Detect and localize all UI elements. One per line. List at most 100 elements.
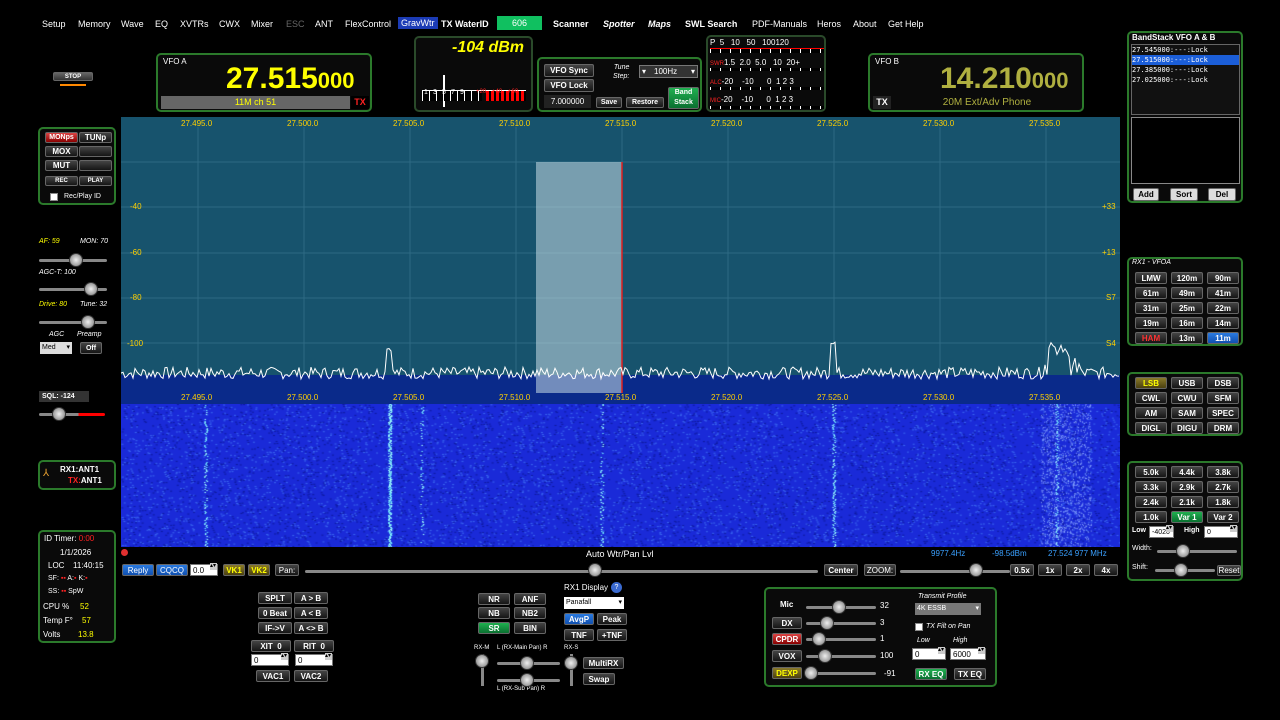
band-button-90m[interactable]: 90m xyxy=(1207,272,1239,284)
cqcq-button[interactable]: CQCQ xyxy=(156,564,188,576)
menu-mixer[interactable]: Mixer xyxy=(251,19,273,29)
save-button[interactable]: Save xyxy=(596,97,622,108)
avgp-button[interactable]: AvgP xyxy=(564,613,594,625)
vfo-a-tx-indicator[interactable]: TX xyxy=(351,96,369,109)
mode-button-dsb[interactable]: DSB xyxy=(1207,377,1239,389)
dx-slider[interactable] xyxy=(806,622,876,625)
menu-eq[interactable]: EQ xyxy=(155,19,168,29)
cq-spinner[interactable]: 0.0 xyxy=(190,563,218,576)
multirx-button[interactable]: MultiRX xyxy=(583,657,624,669)
b-to-a-button[interactable]: A < B xyxy=(294,607,328,619)
rec-button[interactable]: REC xyxy=(45,176,78,186)
menu-get-help[interactable]: Get Help xyxy=(888,19,924,29)
band-button-41m[interactable]: 41m xyxy=(1207,287,1239,299)
rx-s-volume-knob[interactable] xyxy=(564,656,578,670)
swap-button[interactable]: Swap xyxy=(583,673,615,685)
rec-play-id-checkbox[interactable] xyxy=(50,193,58,201)
waterfall-display[interactable] xyxy=(121,404,1120,547)
vac2-button[interactable]: VAC2 xyxy=(294,670,328,682)
bandstack-list[interactable]: 27.545000:---:Lock 27.515000:---:Lock 27… xyxy=(1131,44,1240,115)
filter-button-29k[interactable]: 2.9k xyxy=(1171,481,1203,493)
band-button-22m[interactable]: 22m xyxy=(1207,302,1239,314)
cpdr-slider-knob[interactable] xyxy=(812,632,826,646)
filter-shift-knob[interactable] xyxy=(1174,563,1188,577)
help-icon[interactable]: ? xyxy=(611,582,622,593)
mic-slider-knob[interactable] xyxy=(832,600,846,614)
tnf-button[interactable]: TNF xyxy=(564,629,594,641)
blank-button-2[interactable] xyxy=(79,160,112,171)
af-slider-knob[interactable] xyxy=(69,253,83,267)
vac1-button[interactable]: VAC1 xyxy=(256,670,290,682)
display-mode-select[interactable]: Panafall ▾ xyxy=(564,597,624,609)
band-button-120m[interactable]: 120m xyxy=(1171,272,1203,284)
bandstack-sort-button[interactable]: Sort xyxy=(1170,188,1198,201)
band-button-lmw[interactable]: LMW xyxy=(1135,272,1167,284)
filter-passband[interactable] xyxy=(536,162,622,393)
auto-wtr-pan-lvl[interactable]: Auto Wtr/Pan Lvl xyxy=(586,549,654,559)
bandstack-del-button[interactable]: Del xyxy=(1208,188,1236,201)
filter-button-27k[interactable]: 2.7k xyxy=(1207,481,1239,493)
vfo-frequency-entry[interactable]: 7.000000 xyxy=(544,95,591,108)
band-button-49m[interactable]: 49m xyxy=(1171,287,1203,299)
rx-m-volume-knob[interactable] xyxy=(475,654,489,668)
transmit-profile-select[interactable]: 4K ESSB ▾ xyxy=(915,603,981,615)
bandstack-entry-selected[interactable]: 27.515000:---:Lock xyxy=(1132,55,1239,65)
band-button-19m[interactable]: 19m xyxy=(1135,317,1167,329)
filter-button-44k[interactable]: 4.4k xyxy=(1171,466,1203,478)
bandstack-notes[interactable] xyxy=(1131,117,1240,184)
band-stack-button[interactable]: Band Stack xyxy=(668,87,699,109)
filter-button-10k[interactable]: 1.0k xyxy=(1135,511,1167,523)
anf-button[interactable]: ANF xyxy=(514,593,546,605)
mode-button-am[interactable]: AM xyxy=(1135,407,1167,419)
menu-xvtrs[interactable]: XVTRs xyxy=(180,19,209,29)
zoom-4x-button[interactable]: 4x xyxy=(1094,564,1118,576)
agc-select[interactable]: Med ▾ xyxy=(40,342,72,354)
agct-slider-knob[interactable] xyxy=(84,282,98,296)
tx-filt-on-pan-checkbox[interactable] xyxy=(915,623,923,631)
mode-button-digu[interactable]: DIGU xyxy=(1171,422,1203,434)
vfo-sync-button[interactable]: VFO Sync xyxy=(544,64,594,77)
vfo-lock-button[interactable]: VFO Lock xyxy=(544,79,594,92)
pan-slider[interactable] xyxy=(305,570,818,573)
antenna-icon[interactable]: ⅄ xyxy=(43,468,49,479)
band-button-ham[interactable]: HAM xyxy=(1135,332,1167,344)
filter-button-var2[interactable]: Var 2 xyxy=(1207,511,1239,523)
blank-button-1[interactable] xyxy=(79,146,112,157)
band-button-14m[interactable]: 14m xyxy=(1207,317,1239,329)
band-button-61m[interactable]: 61m xyxy=(1135,287,1167,299)
zoom-slider-knob[interactable] xyxy=(969,563,983,577)
zoom-0-5x-button[interactable]: 0.5x xyxy=(1010,564,1034,576)
mode-button-usb[interactable]: USB xyxy=(1171,377,1203,389)
step-up-icon[interactable]: ▾ xyxy=(691,66,695,77)
menu-ant[interactable]: ANT xyxy=(315,19,333,29)
menu-maps[interactable]: Maps xyxy=(648,19,671,29)
pan-slider-knob[interactable] xyxy=(588,563,602,577)
menu-cwx[interactable]: CWX xyxy=(219,19,240,29)
menu-esc[interactable]: ESC xyxy=(286,19,305,29)
filter-reset-button[interactable]: Reset xyxy=(1217,565,1241,576)
filter-button-18k[interactable]: 1.8k xyxy=(1207,496,1239,508)
band-button-11m[interactable]: 11m xyxy=(1207,332,1239,344)
zoom-2x-button[interactable]: 2x xyxy=(1066,564,1090,576)
menu-flexcontrol[interactable]: FlexControl xyxy=(345,19,391,29)
rit-button[interactable]: RIT 0 xyxy=(294,640,334,652)
mut-button[interactable]: MUT xyxy=(45,160,78,171)
band-button-16m[interactable]: 16m xyxy=(1171,317,1203,329)
drive-slider-knob[interactable] xyxy=(81,315,95,329)
panadapter-display[interactable]: 27.495.0 27.500.0 27.505.0 27.510.0 27.5… xyxy=(121,117,1120,393)
preamp-button[interactable]: Off xyxy=(80,342,102,354)
a-swap-b-button[interactable]: A <> B xyxy=(294,622,328,634)
record-icon[interactable] xyxy=(121,549,128,556)
peak-button[interactable]: Peak xyxy=(597,613,627,625)
xit-button[interactable]: XIT 0 xyxy=(251,640,291,652)
dx-button[interactable]: DX xyxy=(772,617,802,629)
rit-spinner[interactable]: 0 xyxy=(295,653,333,666)
mox-button[interactable]: MOX xyxy=(45,146,78,157)
vfo-b-tx-indicator[interactable]: TX xyxy=(873,96,891,109)
xit-spinner[interactable]: 0 xyxy=(251,653,289,666)
nb2-button[interactable]: NB2 xyxy=(514,607,546,619)
step-down-icon[interactable]: ▾ xyxy=(642,66,646,77)
filter-button-var1[interactable]: Var 1 xyxy=(1171,511,1203,523)
filter-button-24k[interactable]: 2.4k xyxy=(1135,496,1167,508)
menu-606[interactable]: 606 xyxy=(497,16,543,30)
